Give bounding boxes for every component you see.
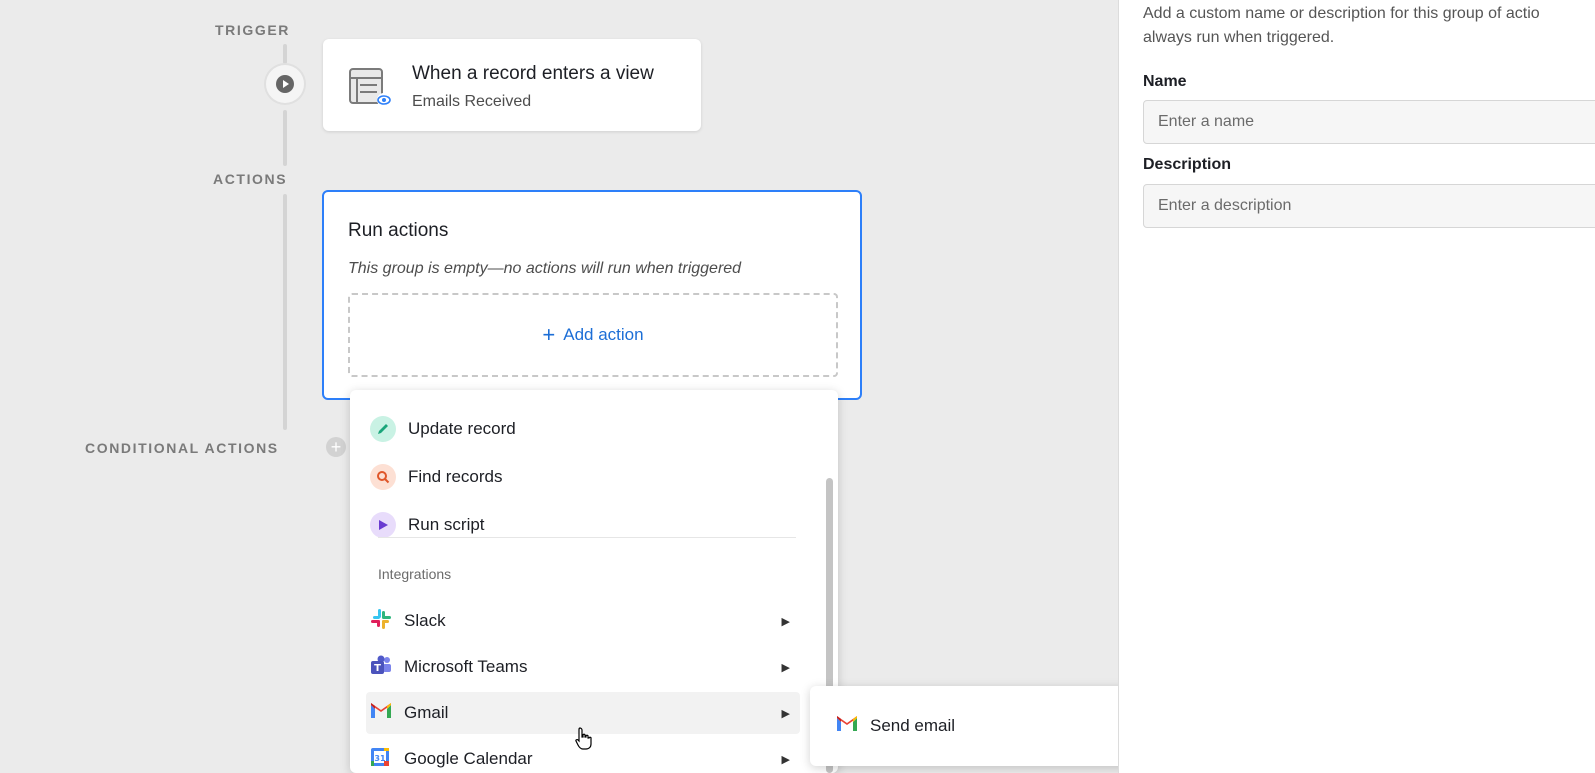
- menu-item-update-record[interactable]: Update record: [370, 408, 800, 450]
- add-action-button[interactable]: + Add action: [542, 324, 643, 346]
- panel-description: Add a custom name or description for thi…: [1143, 2, 1595, 50]
- add-action-label: Add action: [563, 325, 644, 344]
- play-icon: [276, 75, 294, 93]
- plus-icon: +: [330, 437, 342, 457]
- submenu-item-label: Send email: [870, 716, 956, 735]
- search-icon: [370, 464, 396, 490]
- menu-divider: [378, 537, 796, 538]
- menu-item-label: Slack: [404, 611, 446, 630]
- gmail-icon: [370, 702, 392, 725]
- slack-icon: [370, 608, 392, 635]
- name-label: Name: [1143, 73, 1187, 90]
- trigger-title: When a record enters a view: [412, 63, 654, 84]
- empty-group-message: This group is empty—no actions will run …: [348, 260, 742, 277]
- connector-line: [283, 110, 287, 166]
- menu-item-label: Update record: [408, 419, 516, 438]
- properties-panel: Add a custom name or description for thi…: [1118, 0, 1595, 773]
- pencil-icon: [370, 416, 396, 442]
- menu-item-slack[interactable]: Slack ▶: [370, 600, 800, 642]
- menu-item-label: Run script: [408, 515, 485, 534]
- play-icon: [370, 512, 396, 538]
- trigger-view-name: Emails Received: [412, 93, 532, 110]
- menu-item-run-script[interactable]: Run script: [370, 504, 800, 546]
- chevron-right-icon: ▶: [781, 661, 790, 674]
- svg-text:T: T: [374, 663, 381, 674]
- description-input[interactable]: [1143, 184, 1595, 228]
- menu-item-label: Microsoft Teams: [404, 657, 528, 676]
- svg-text:31: 31: [374, 754, 386, 763]
- actions-card[interactable]: Run actions This group is empty—no actio…: [322, 190, 862, 400]
- menu-item-label: Find records: [408, 467, 503, 486]
- menu-item-label: Gmail: [404, 703, 449, 722]
- conditional-actions-label: CONDITIONAL ACTIONS: [85, 440, 279, 456]
- panel-description-line: Add a custom name or description for thi…: [1143, 5, 1540, 22]
- menu-item-microsoft-teams[interactable]: T Microsoft Teams ▶: [370, 646, 800, 688]
- teams-icon: T: [370, 654, 392, 681]
- chevron-right-icon: ▶: [781, 753, 790, 766]
- submenu-item-send-email[interactable]: Send email: [836, 706, 955, 746]
- actions-card-title: Run actions: [348, 220, 449, 241]
- connector-line: [283, 194, 287, 430]
- table-view-icon: [347, 65, 393, 114]
- trigger-section-label: TRIGGER: [215, 22, 290, 38]
- add-conditional-button[interactable]: +: [326, 437, 346, 457]
- action-menu: Update record Find records Run script In…: [350, 390, 838, 773]
- chevron-right-icon: ▶: [781, 615, 790, 628]
- menu-item-find-records[interactable]: Find records: [370, 456, 800, 498]
- gmail-icon: [836, 715, 858, 738]
- chevron-right-icon: ▶: [781, 707, 790, 720]
- connector-line: [283, 44, 287, 64]
- plus-icon: +: [542, 322, 556, 347]
- actions-section-label: ACTIONS: [213, 171, 288, 187]
- description-label: Description: [1143, 156, 1232, 173]
- name-input[interactable]: [1143, 100, 1595, 144]
- add-action-dropzone[interactable]: + Add action: [348, 293, 838, 377]
- panel-description-line: always run when triggered.: [1143, 29, 1335, 46]
- hand-cursor-icon: [574, 727, 594, 756]
- google-calendar-icon: 31: [370, 747, 392, 772]
- trigger-card[interactable]: When a record enters a view Emails Recei…: [323, 39, 701, 131]
- trigger-play-button[interactable]: [266, 65, 304, 103]
- menu-item-label: Google Calendar: [404, 749, 533, 768]
- integrations-heading: Integrations: [378, 566, 452, 582]
